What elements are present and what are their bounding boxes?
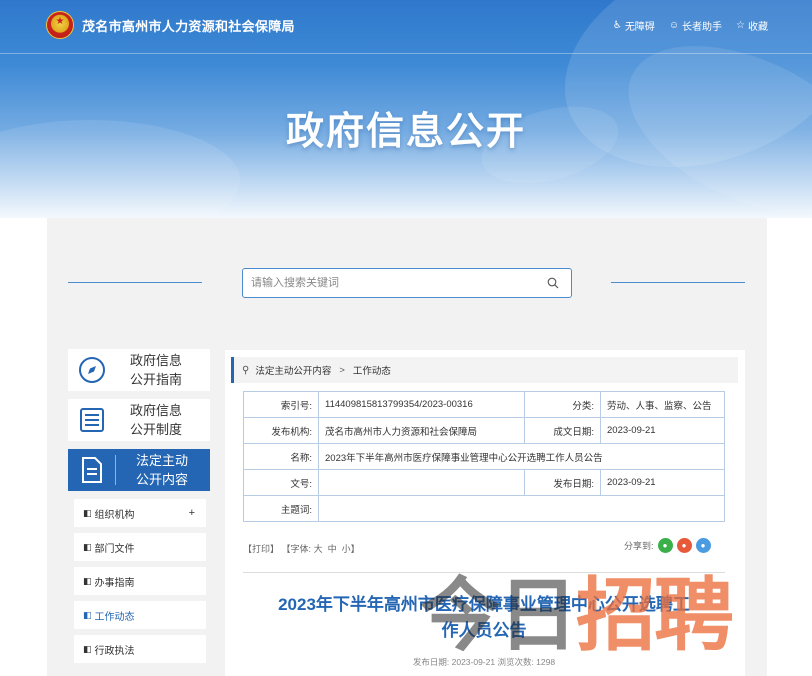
expand-icon[interactable]: + [189, 507, 195, 519]
article-title-line: 作人员公告 [441, 621, 527, 640]
label-line: 法定主动 [135, 453, 188, 468]
search-box [242, 268, 572, 298]
location-pin-icon: ⚲ [242, 364, 250, 376]
label-line: 政府信息 [129, 353, 182, 368]
star-icon: ☆ [736, 20, 745, 31]
name-value: 2023年下半年高州市医疗保障事业管理中心公开选聘工作人员公告 [318, 443, 725, 470]
sidebar-item-work-news[interactable]: ◧ 工作动态 [74, 601, 206, 629]
search-icon[interactable] [547, 277, 559, 289]
elder-assist-link[interactable]: ☺ 长者助手 [669, 18, 722, 33]
sidebar-item-label: 行政执法 [94, 645, 135, 657]
sidebar-item-label: 办事指南 [94, 577, 135, 589]
list-icon [80, 408, 104, 432]
article-meta: 发布日期: 2023-09-21 浏览次数: 1298 [412, 657, 556, 667]
site-title[interactable]: 茂名市高州市人力资源和社会保障局 [82, 16, 295, 35]
sidebar-item-law-enforcement[interactable]: ◧ 行政执法 [74, 635, 206, 663]
elder-assist-icon: ☺ [668, 20, 680, 31]
sidebar-card-label: 政府信息 公开制度 [116, 401, 196, 439]
font-large-button[interactable]: 大 [314, 544, 323, 554]
accessibility-icon: ♿ [612, 20, 622, 31]
sidebar-item-label: 部门文件 [94, 543, 135, 555]
published-date-label: 发布日期: [524, 469, 601, 496]
name-label: 名称: [243, 443, 319, 470]
doc-number-value [318, 469, 525, 496]
index-label: 索引号: [243, 391, 319, 418]
share-bar: 分享到: ● ● ● [624, 538, 711, 553]
doc-number-label: 文号: [243, 469, 319, 496]
accessibility-label: 无障碍 [624, 22, 655, 33]
sidebar-card-label: 政府信息 公开指南 [116, 351, 196, 389]
breadcrumb-level1[interactable]: 法定主动公开内容 [255, 363, 331, 377]
print-button[interactable]: 【打印】 [243, 544, 279, 554]
breadcrumb-level2[interactable]: 工作动态 [353, 363, 391, 377]
font-medium-button[interactable]: 中 [328, 544, 337, 554]
font-small-button[interactable]: 小 [342, 544, 351, 554]
font-size-close: 】 [350, 544, 360, 554]
doc-icon: ◧ [83, 507, 92, 518]
label-line: 政府信息 [129, 403, 182, 418]
font-size-label: 【字体: [281, 544, 312, 554]
sidebar-item-organization[interactable]: ◧ 组织机构 + [74, 499, 206, 527]
bookmark-link[interactable]: ☆ 收藏 [736, 18, 768, 33]
national-emblem-logo: ★ [46, 11, 74, 39]
weibo-share-icon[interactable]: ● [676, 538, 692, 553]
index-value: 114409815813799354/2023-00316 [318, 391, 525, 418]
content-divider [243, 572, 725, 573]
published-date-value: 2023-09-21 [600, 469, 725, 496]
sidebar-card-guide[interactable]: 政府信息 公开指南 [68, 349, 210, 391]
sidebar-item-service-guide[interactable]: ◧ 办事指南 [74, 567, 206, 595]
elder-assist-label: 长者助手 [682, 22, 723, 33]
accessibility-link[interactable]: ♿ 无障碍 [613, 18, 655, 33]
wechat-share-icon[interactable]: ● [657, 538, 673, 553]
document-icon [81, 457, 102, 483]
label-line: 公开内容 [135, 472, 188, 487]
article-title-line: 2023年下半年高州市医疗保障事业管理中心公开选聘工 [278, 595, 690, 614]
share-label: 分享到: [624, 541, 654, 551]
sidebar-item-label: 组织机构 [94, 509, 135, 521]
sidebar-item-label: 工作动态 [94, 611, 135, 623]
publisher-label: 发布机构: [243, 417, 319, 444]
subject-label: 主题词: [243, 495, 319, 522]
created-date-label: 成文日期: [524, 417, 601, 444]
top-links: ♿ 无障碍 ☺ 长者助手 ☆ 收藏 [613, 18, 768, 33]
doc-icon: ◧ [83, 575, 92, 586]
document-info-table: 索引号: 114409815813799354/2023-00316 分类: 劳… [243, 391, 725, 522]
sidebar-item-department-files[interactable]: ◧ 部门文件 [74, 533, 206, 561]
publisher-value: 茂名市高州市人力资源和社会保障局 [318, 417, 525, 444]
page-title: 政府信息公开 [285, 111, 526, 153]
sidebar-card-system[interactable]: 政府信息 公开制度 [68, 399, 210, 441]
category-value: 劳动、人事、监察、公告 [600, 391, 725, 418]
search-decoration-line [611, 282, 745, 283]
doc-icon: ◧ [83, 609, 92, 620]
header-divider [0, 53, 812, 54]
created-date-value: 2023-09-21 [600, 417, 725, 444]
label-line: 公开指南 [129, 372, 182, 387]
sidebar-card-label: 法定主动 公开内容 [122, 451, 202, 489]
compass-icon [79, 357, 105, 383]
doc-icon: ◧ [83, 541, 92, 552]
search-decoration-line [68, 282, 202, 283]
article-title: 2023年下半年高州市医疗保障事业管理中心公开选聘工 作人员公告 [243, 592, 725, 644]
doc-icon: ◧ [83, 643, 92, 654]
breadcrumb-separator: > [339, 364, 345, 376]
breadcrumb: ⚲ 法定主动公开内容 > 工作动态 [231, 357, 738, 383]
category-label: 分类: [524, 391, 601, 418]
sidebar-card-content[interactable]: 法定主动 公开内容 [68, 449, 210, 491]
bookmark-label: 收藏 [748, 22, 768, 33]
label-line: 公开制度 [129, 422, 182, 437]
search-input[interactable] [251, 275, 531, 291]
article-tools: 【打印】 【字体: 大 中 小】 [243, 542, 360, 555]
qq-share-icon[interactable]: ● [695, 538, 711, 553]
subject-value [318, 495, 725, 522]
